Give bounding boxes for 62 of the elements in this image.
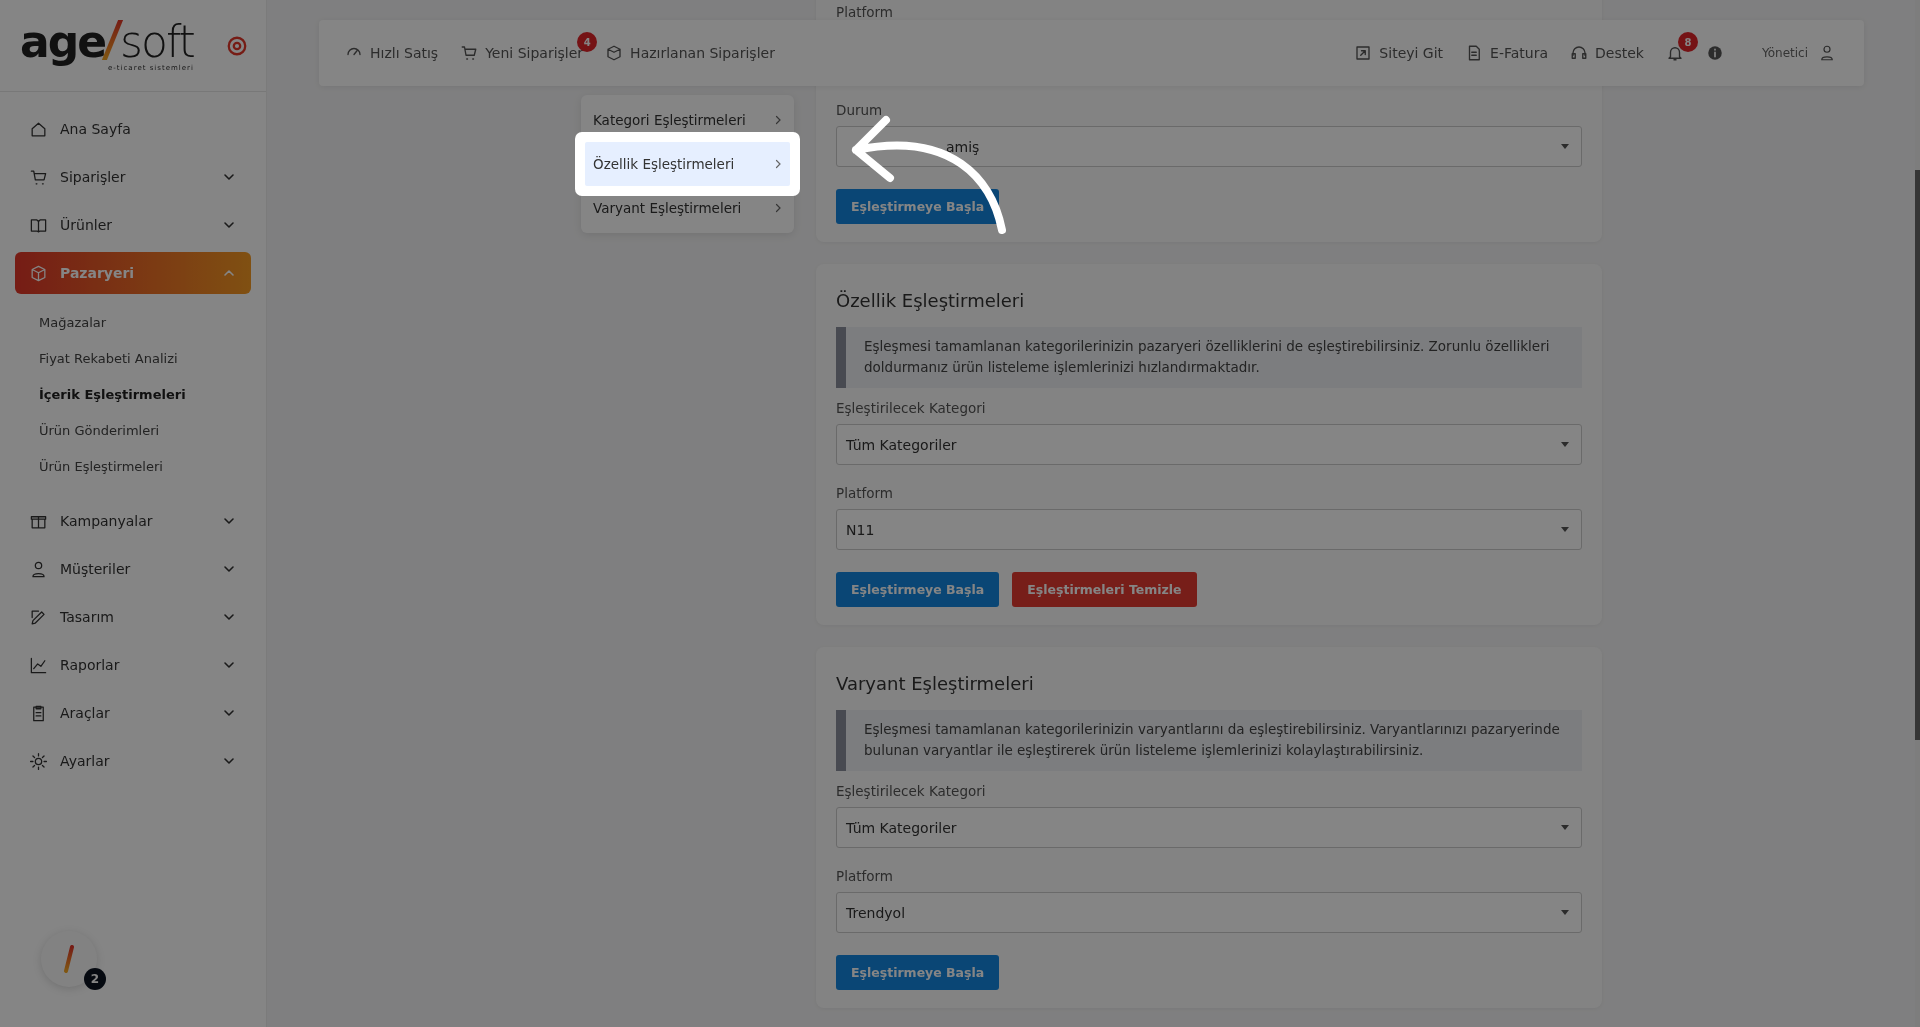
cart-icon bbox=[460, 44, 479, 62]
select-field[interactable]: Tüm Kategoriler bbox=[836, 807, 1582, 848]
sidebar-item[interactable]: Ayarlar bbox=[15, 740, 251, 782]
sidebar-item[interactable]: Siparişler bbox=[15, 156, 251, 198]
chart-icon bbox=[29, 655, 48, 675]
box-icon bbox=[29, 263, 48, 283]
count-badge: 8 bbox=[1677, 32, 1698, 52]
sidebar-item[interactable]: Tasarım bbox=[15, 596, 251, 638]
field-label: Platform bbox=[836, 485, 894, 501]
field-label: Platform bbox=[836, 4, 894, 20]
field-label: Eşleştirilecek Kategori bbox=[836, 783, 987, 799]
submenu-item[interactable]: Fiyat Rekabeti Analizi bbox=[39, 340, 251, 376]
top-bar-link[interactable]: Siteyi Git bbox=[1354, 44, 1444, 62]
user-name[interactable]: Yönetici bbox=[1761, 46, 1808, 60]
select-field[interactable]: Trendyol bbox=[836, 892, 1582, 933]
target-icon[interactable] bbox=[226, 34, 248, 57]
action-button[interactable]: Eşleştirmeleri Temizle bbox=[1012, 572, 1197, 607]
top-bar-link[interactable]: Hazırlanan Siparişler bbox=[605, 44, 775, 62]
caret-icon bbox=[1561, 442, 1569, 447]
info-note: Eşleşmesi tamamlanan kategorilerinizin pazaryeri özelliklerini de eşleştirebilirsiniz. Zorunlu özellikleri doldurmanız ürün listeleme işlemlerinizi hızlandırmaktadır. bbox=[836, 327, 1582, 388]
action-button[interactable]: Eşleştirmeye Başla bbox=[836, 189, 1000, 224]
action-button[interactable]: Eşleştirmeye Başla bbox=[836, 572, 1000, 607]
user-icon bbox=[29, 559, 48, 579]
select-field[interactable]: N11 bbox=[836, 509, 1582, 550]
top-bar-link[interactable]: Destek bbox=[1570, 44, 1644, 62]
menu-item[interactable]: Varyant Eşleştirmeleri bbox=[585, 190, 790, 226]
top-bar-link[interactable]: Hızlı Satış bbox=[345, 44, 439, 62]
sidebar-item[interactable]: Araçlar bbox=[15, 692, 251, 734]
sidebar-item[interactable]: Pazaryeri bbox=[15, 252, 251, 294]
submenu-item[interactable]: Ürün Gönderimleri bbox=[39, 412, 251, 448]
sidebar-item[interactable]: Ana Sayfa bbox=[15, 108, 251, 150]
submenu-item[interactable]: Ürün Eşleştirmeleri bbox=[39, 448, 251, 484]
headset-icon bbox=[1570, 44, 1589, 62]
info-note: Eşleşmesi tamamlanan kategorilerinizin varyantlarını da eşleştirebilirsiniz. Varyantlarınızı pazaryerinde bulunan varyantlar ile eşleştirerek ürün listeleme işlemlerinizi kolaylaştırabilirsiniz. bbox=[836, 710, 1582, 771]
sidebar-item[interactable]: Kampanyalar bbox=[15, 500, 251, 542]
count-badge: 2 bbox=[84, 968, 106, 990]
select-field[interactable]: amiş bbox=[836, 126, 1582, 167]
caret-icon bbox=[1561, 527, 1569, 532]
field-label: Eşleştirilecek Kategori bbox=[836, 400, 987, 416]
user-icon[interactable] bbox=[1818, 44, 1836, 62]
caret-icon bbox=[1561, 910, 1569, 915]
pen-stroke-icon bbox=[64, 945, 74, 973]
card-title: Özellik Eşleştirmeleri bbox=[836, 290, 1026, 311]
top-bar-link[interactable]: E-Fatura bbox=[1465, 44, 1549, 62]
external-link-icon bbox=[1354, 44, 1373, 62]
card-title: Varyant Eşleştirmeleri bbox=[836, 673, 1035, 694]
action-button[interactable]: Eşleştirmeye Başla bbox=[836, 955, 1000, 990]
sidebar-item[interactable]: Müşteriler bbox=[15, 548, 251, 590]
sidebar-item[interactable]: Ürünler bbox=[15, 204, 251, 246]
field-label: Durum bbox=[836, 102, 884, 118]
sidebar-item[interactable]: Raporlar bbox=[15, 644, 251, 686]
select-field[interactable]: Tüm Kategoriler bbox=[836, 424, 1582, 465]
box-icon bbox=[605, 44, 624, 62]
submenu-item[interactable]: Mağazalar bbox=[39, 304, 251, 340]
field-label: Platform bbox=[836, 868, 894, 884]
menu-item[interactable]: Kategori Eşleştirmeleri bbox=[585, 102, 790, 138]
bell-icon[interactable] bbox=[1665, 44, 1684, 62]
info-icon[interactable] bbox=[1705, 44, 1724, 62]
home-icon bbox=[29, 119, 48, 139]
caret-icon bbox=[1561, 144, 1569, 149]
caret-icon bbox=[1561, 825, 1569, 830]
submenu-item[interactable]: İçerik Eşleştirmeleri bbox=[39, 376, 251, 412]
